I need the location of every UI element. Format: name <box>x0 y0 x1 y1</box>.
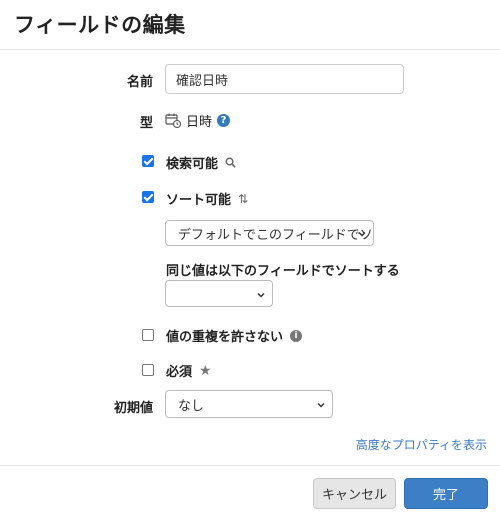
search-icon <box>225 157 236 168</box>
sortable-option: ソート可能 ⇅ <box>166 189 249 209</box>
chevron-down-icon <box>357 228 367 238</box>
secondary-sort-label: 同じ値は以下のフィールドでソートする <box>166 264 400 279</box>
done-button[interactable]: 完了 <box>404 478 488 509</box>
type-label: 型 <box>139 116 153 131</box>
unique-label: 値の重複を許さない <box>166 330 284 345</box>
default-sort-select[interactable]: デフォルトでこのフィールドでソ <box>165 220 374 246</box>
unique-checkbox[interactable] <box>142 329 154 341</box>
name-label: 名前 <box>126 75 153 90</box>
name-input[interactable] <box>165 64 404 94</box>
required-option: 必須 ★ <box>166 361 212 381</box>
searchable-label: 検索可能 <box>166 157 219 172</box>
initial-value-label: 初期値 <box>113 401 153 416</box>
dialog-title: フィールドの編集 <box>14 13 186 37</box>
initial-value-select[interactable]: なし <box>165 390 333 418</box>
show-advanced-properties-link[interactable]: 高度なプロパティを表示 <box>356 436 487 453</box>
chevron-down-icon <box>256 289 266 299</box>
star-icon: ★ <box>199 362 212 379</box>
default-sort-value: デフォルトでこのフィールドでソ <box>178 227 373 243</box>
chevron-down-icon <box>316 399 326 409</box>
unique-option: 値の重複を許さない i <box>166 326 303 345</box>
secondary-sort-select[interactable] <box>165 280 273 307</box>
question-circle-icon[interactable]: ? <box>217 113 231 127</box>
sort-arrows-icon: ⇅ <box>238 191 249 206</box>
info-circle-icon: i <box>290 329 303 342</box>
initial-value-value: なし <box>178 398 205 414</box>
cancel-button[interactable]: キャンセル <box>313 478 396 509</box>
type-display: 日時 ? <box>165 111 231 130</box>
sortable-checkbox[interactable] <box>142 191 154 203</box>
dialog-header: フィールドの編集 <box>0 0 500 50</box>
searchable-checkbox[interactable] <box>142 155 154 167</box>
required-label: 必須 <box>166 365 193 380</box>
sortable-label: ソート可能 <box>166 193 232 208</box>
searchable-option: 検索可能 <box>166 153 236 172</box>
datetime-icon <box>165 112 181 128</box>
type-value: 日時 <box>186 114 213 130</box>
required-checkbox[interactable] <box>142 364 154 376</box>
